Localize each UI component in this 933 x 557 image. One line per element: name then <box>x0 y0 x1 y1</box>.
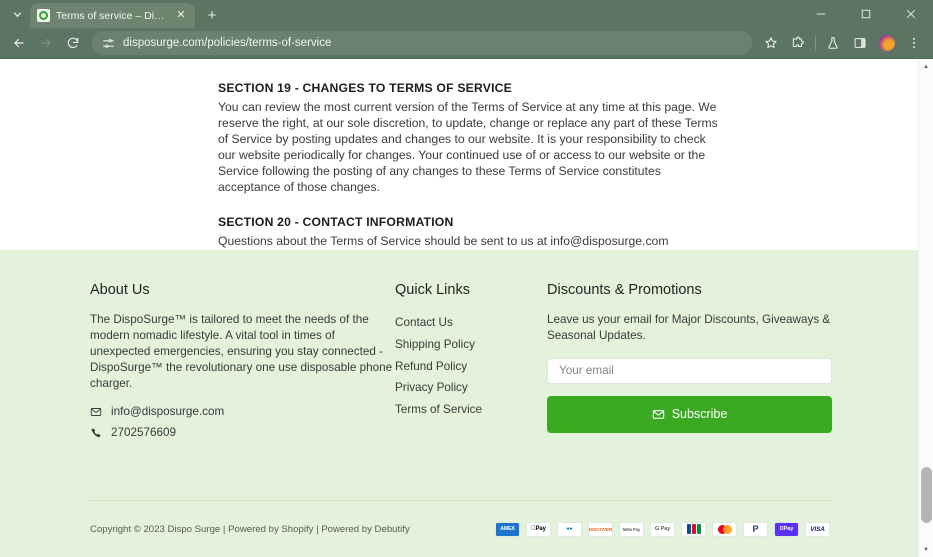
promotions-heading: Discounts & Promotions <box>547 282 833 298</box>
about-text: The DispoSurge™ is tailored to meet the … <box>90 312 395 391</box>
dispo-surge-favicon <box>37 9 50 22</box>
footer-phone-text: 2702576609 <box>111 426 176 439</box>
payment-icon-discover: DISCOVER <box>588 522 613 537</box>
browser-tab[interactable]: Terms of service – Dispo Surge ✕ <box>30 3 195 28</box>
payment-icon-amex: AMEX <box>495 522 520 537</box>
site-footer: About Us The DispoSurge™ is tailored to … <box>0 250 918 557</box>
footer-email-row[interactable]: info@disposurge.com <box>90 405 395 418</box>
section-heading: SECTION 20 - CONTACT INFORMATION <box>218 215 918 229</box>
star-icon <box>764 36 778 50</box>
payment-icon-meta-pay: Meta Pay <box>619 522 644 537</box>
terms-of-service-article: SECTION 19 - CHANGES TO TERMS OF SERVICE… <box>0 59 918 250</box>
quick-link-refund-policy[interactable]: Refund Policy <box>395 356 547 378</box>
footer-column-about: About Us The DispoSurge™ is tailored to … <box>90 282 395 447</box>
payment-icon-paypal: P <box>743 522 768 537</box>
payment-icon-visa: VISA <box>805 522 830 537</box>
page-scrollbar[interactable]: ▲ ▼ <box>918 59 933 557</box>
envelope-icon <box>652 408 665 421</box>
payment-icon-google-pay: G Pay <box>650 522 675 537</box>
chevron-down-icon <box>12 9 23 20</box>
section-spacer <box>218 195 918 215</box>
toolbar-divider <box>815 36 816 51</box>
browser-toolbar: disposurge.com/policies/terms-of-service <box>0 28 933 58</box>
scrollbar-thumb[interactable] <box>921 467 932 523</box>
footer-phone-row[interactable]: 2702576609 <box>90 426 395 439</box>
footer-column-promotions: Discounts & Promotions Leave us your ema… <box>547 282 833 447</box>
profile-button[interactable] <box>874 30 900 56</box>
newsletter-email-input[interactable] <box>547 358 832 384</box>
tab-strip: Terms of service – Dispo Surge ✕ + <box>0 0 933 28</box>
window-controls <box>798 0 933 28</box>
reload-icon <box>66 36 80 50</box>
maximize-icon <box>861 9 871 19</box>
side-panel-icon <box>853 36 867 50</box>
flask-icon <box>826 36 840 50</box>
scroll-down-icon[interactable]: ▼ <box>919 542 933 557</box>
maximize-button[interactable] <box>843 0 888 28</box>
web-page: SECTION 19 - CHANGES TO TERMS OF SERVICE… <box>0 59 918 557</box>
three-dot-menu-icon <box>907 36 921 50</box>
payment-icon-mastercard <box>712 522 737 537</box>
phone-icon <box>90 427 102 439</box>
scroll-up-icon[interactable]: ▲ <box>919 59 933 74</box>
footer-columns: About Us The DispoSurge™ is tailored to … <box>0 250 918 447</box>
reload-button[interactable] <box>60 30 86 56</box>
close-window-button[interactable] <box>888 0 933 28</box>
back-arrow-icon <box>12 36 26 50</box>
back-button[interactable] <box>6 30 32 56</box>
side-panel-button[interactable] <box>847 30 873 56</box>
address-bar-url: disposurge.com/policies/terms-of-service <box>123 37 331 49</box>
quick-link-contact-us[interactable]: Contact Us <box>395 312 547 334</box>
section-body: You can review the most current version … <box>218 100 726 195</box>
extensions-puzzle-icon <box>791 36 805 50</box>
forward-arrow-icon <box>39 36 53 50</box>
forward-button[interactable] <box>33 30 59 56</box>
section-body: Questions about the Terms of Service sho… <box>218 234 726 250</box>
payment-icon-apple-pay: Pay <box>526 522 551 537</box>
payment-icon-jcb <box>681 522 706 537</box>
new-tab-button[interactable]: + <box>199 3 225 27</box>
copyright-text: Copyright © 2023 Dispo Surge | Powered b… <box>90 524 410 535</box>
minimize-button[interactable] <box>798 0 843 28</box>
tab-title: Terms of service – Dispo Surge <box>56 10 168 22</box>
subscribe-button[interactable]: Subscribe <box>547 396 832 433</box>
scrollbar-track[interactable] <box>919 74 933 542</box>
quick-link-privacy-policy[interactable]: Privacy Policy <box>395 377 547 399</box>
footer-email-text: info@disposurge.com <box>111 405 224 418</box>
envelope-icon <box>90 406 102 418</box>
extensions-button[interactable] <box>785 30 811 56</box>
footer-bottom-bar: Copyright © 2023 Dispo Surge | Powered b… <box>90 500 830 557</box>
tab-search-button[interactable] <box>4 2 30 26</box>
profile-avatar <box>879 35 895 51</box>
address-bar[interactable]: disposurge.com/policies/terms-of-service <box>92 31 752 55</box>
about-heading: About Us <box>90 282 395 298</box>
payment-methods-list: AMEX Pay ●● DISCOVER Meta Pay G Pay P <box>495 522 830 537</box>
browser-menu-button[interactable] <box>901 30 927 56</box>
quick-link-shipping-policy[interactable]: Shipping Policy <box>395 334 547 356</box>
footer-column-quick-links: Quick Links Contact Us Shipping Policy R… <box>395 282 547 447</box>
article-section: SECTION 20 - CONTACT INFORMATION Questio… <box>218 215 918 250</box>
quick-link-terms-of-service[interactable]: Terms of Service <box>395 399 547 421</box>
minimize-icon <box>816 9 826 19</box>
labs-button[interactable] <box>820 30 846 56</box>
payment-icon-shop-pay: DPay <box>774 522 799 537</box>
page-viewport: SECTION 19 - CHANGES TO TERMS OF SERVICE… <box>0 58 933 557</box>
close-icon <box>906 9 916 19</box>
tab-close-icon[interactable]: ✕ <box>174 9 188 23</box>
tune-icon[interactable] <box>102 37 115 50</box>
subscribe-button-label: Subscribe <box>672 407 728 421</box>
article-section: SECTION 19 - CHANGES TO TERMS OF SERVICE… <box>218 81 918 195</box>
promotions-text: Leave us your email for Major Discounts,… <box>547 312 833 344</box>
browser-window: Terms of service – Dispo Surge ✕ + <box>0 0 933 557</box>
section-heading: SECTION 19 - CHANGES TO TERMS OF SERVICE <box>218 81 918 95</box>
quick-links-heading: Quick Links <box>395 282 547 298</box>
bookmark-button[interactable] <box>758 30 784 56</box>
payment-icon-diners-club: ●● <box>557 522 582 537</box>
